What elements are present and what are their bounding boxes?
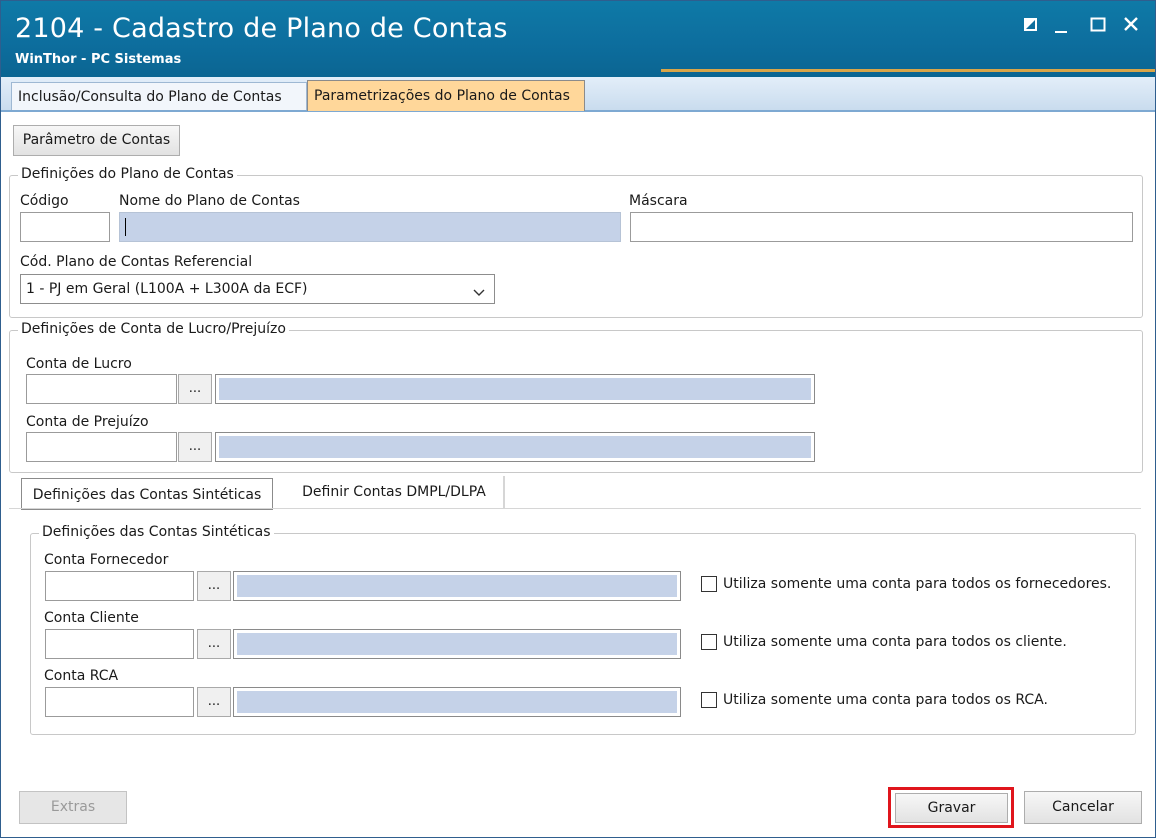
conta-prejuizo-description [215, 432, 815, 462]
conta-cliente-description [233, 629, 681, 659]
group-contas-sinteticas-title: Definições das Contas Sintéticas [39, 524, 274, 540]
cliente-checkbox[interactable] [701, 634, 717, 650]
tab-inclusao-consulta[interactable]: Inclusão/Consulta do Plano de Contas [11, 82, 307, 110]
conta-cliente-lookup-button[interactable]: ... [197, 629, 231, 659]
tab-content: Parâmetro de Contas Definições do Plano … [1, 112, 1155, 837]
conta-lucro-code-input[interactable] [26, 374, 177, 404]
conta-lucro-label: Conta de Lucro [26, 356, 132, 372]
cliente-checkbox-label: Utiliza somente uma conta para todos os … [723, 634, 1067, 650]
subtab-contas-sinteticas[interactable]: Definições das Contas Sintéticas [21, 478, 273, 510]
conta-rca-label: Conta RCA [44, 668, 119, 684]
subtab-dmpl-dlpa[interactable]: Definir Contas DMPL/DLPA [285, 476, 505, 508]
mascara-input[interactable] [630, 212, 1133, 242]
conta-rca-code-input[interactable] [45, 687, 194, 717]
cancelar-button[interactable]: Cancelar [1024, 791, 1142, 824]
conta-prejuizo-lookup-button[interactable]: ... [178, 432, 212, 462]
group-definicoes-plano: Definições do Plano de Contas Código Nom… [9, 166, 1143, 318]
mascara-label: Máscara [629, 193, 688, 209]
nome-plano-label: Nome do Plano de Contas [119, 193, 300, 209]
tab-parametrizacoes[interactable]: Parametrizações do Plano de Contas [307, 80, 585, 111]
conta-fornecedor-label: Conta Fornecedor [44, 552, 169, 568]
extras-button[interactable]: Extras [19, 791, 127, 824]
rca-checkbox[interactable] [701, 692, 717, 708]
rca-checkbox-label: Utiliza somente uma conta para todos os … [723, 692, 1048, 708]
maximize-icon[interactable] [1085, 11, 1113, 39]
subtab-divider [9, 508, 1141, 509]
window-title: 2104 - Cadastro de Plano de Contas [15, 13, 508, 44]
conta-fornecedor-lookup-button[interactable]: ... [197, 571, 231, 601]
fornecedor-checkbox[interactable] [701, 576, 717, 592]
title-bar: 2104 - Cadastro de Plano de Contas WinTh… [1, 1, 1155, 77]
group-contas-sinteticas: Definições das Contas Sintéticas Conta F… [30, 524, 1136, 735]
title-accent-line [661, 69, 1155, 72]
conta-fornecedor-description [233, 571, 681, 601]
window-subtitle: WinThor - PC Sistemas [15, 52, 182, 67]
group-lucro-prejuizo: Definições de Conta de Lucro/Prejuízo Co… [9, 321, 1143, 473]
codigo-input[interactable] [20, 212, 110, 242]
text-caret [125, 218, 126, 236]
conta-lucro-description [215, 374, 815, 404]
parametro-contas-button[interactable]: Parâmetro de Contas [13, 125, 180, 156]
conta-cliente-label: Conta Cliente [44, 610, 139, 626]
conta-fornecedor-code-input[interactable] [45, 571, 194, 601]
conta-lucro-lookup-button[interactable]: ... [178, 374, 212, 404]
chevron-down-icon [472, 282, 486, 310]
close-icon[interactable] [1118, 11, 1146, 39]
fornecedor-checkbox-label: Utiliza somente uma conta para todos os … [723, 576, 1112, 592]
referencial-label: Cód. Plano de Contas Referencial [20, 254, 253, 270]
conta-rca-description [233, 687, 681, 717]
referencial-select-value: 1 - PJ em Geral (L100A + L300A da ECF) [26, 281, 308, 297]
referencial-select[interactable]: 1 - PJ em Geral (L100A + L300A da ECF) [20, 274, 495, 304]
conta-prejuizo-label: Conta de Prejuízo [26, 414, 149, 430]
codigo-label: Código [20, 193, 69, 209]
minimize-icon[interactable] [1048, 11, 1076, 39]
conta-rca-lookup-button[interactable]: ... [197, 687, 231, 717]
conta-prejuizo-code-input[interactable] [26, 432, 177, 462]
main-window: 2104 - Cadastro de Plano de Contas WinTh… [0, 0, 1156, 838]
main-tabstrip: Inclusão/Consulta do Plano de Contas Par… [1, 77, 1155, 112]
nome-plano-input[interactable] [119, 212, 621, 242]
group-definicoes-plano-title: Definições do Plano de Contas [18, 166, 237, 182]
gravar-button[interactable]: Gravar [895, 793, 1008, 823]
conta-cliente-code-input[interactable] [45, 629, 194, 659]
restore-icon[interactable] [1018, 11, 1046, 39]
group-lucro-prejuizo-title: Definições de Conta de Lucro/Prejuízo [18, 321, 289, 337]
